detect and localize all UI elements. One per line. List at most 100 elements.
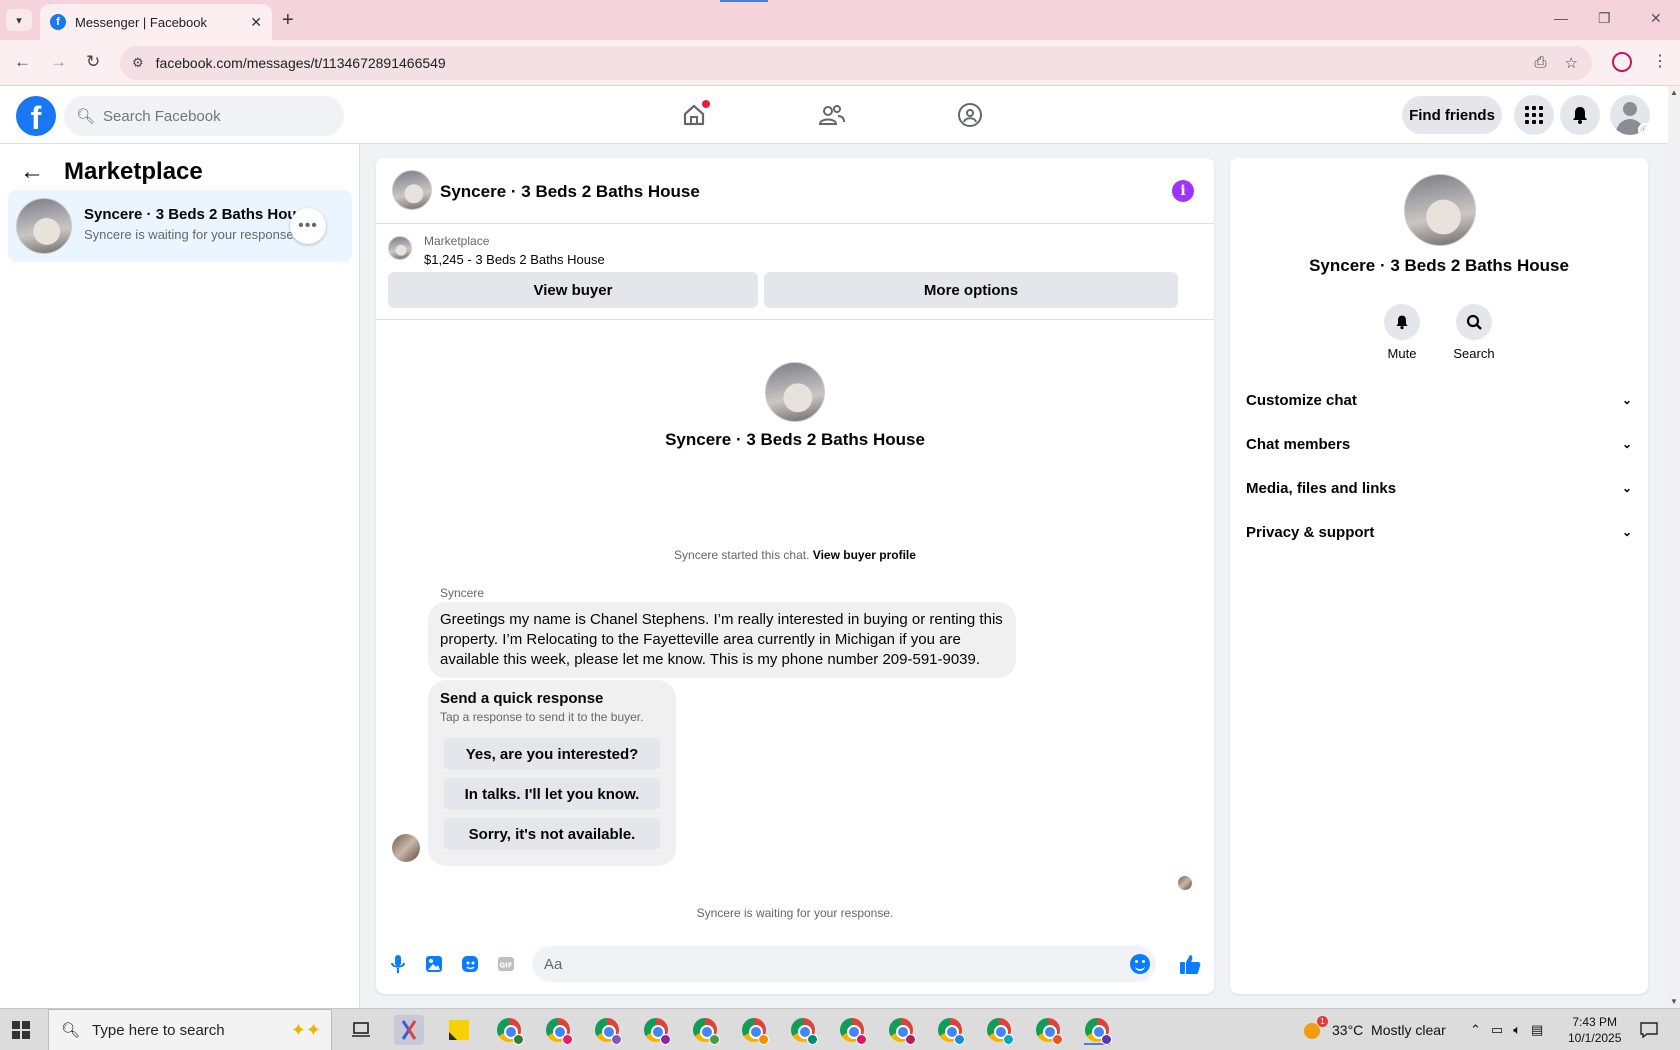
reload-icon[interactable]: ↻: [86, 52, 100, 72]
weather-text: 33°C Mostly clear: [1332, 1022, 1446, 1038]
home-nav-icon[interactable]: [674, 98, 714, 132]
clock[interactable]: 7:43 PM 10/1/2025: [1568, 1014, 1621, 1046]
chrome-icon[interactable]: [984, 1015, 1014, 1045]
chrome-icon[interactable]: [690, 1015, 720, 1045]
chat-members-section[interactable]: Chat members ⌄: [1246, 424, 1632, 464]
chrome-icon[interactable]: [1082, 1015, 1112, 1045]
quick-response-button[interactable]: Sorry, it's not available.: [444, 818, 660, 850]
taskbar-search[interactable]: 🔍︎ Type here to search ✦✦: [48, 1009, 332, 1050]
volume-icon[interactable]: 🔈︎: [1513, 1022, 1521, 1038]
minimize-icon[interactable]: —: [1554, 10, 1568, 26]
chevron-down-icon: ▾: [16, 14, 22, 27]
facebook-search-input[interactable]: [103, 107, 324, 125]
thumbs-up-icon[interactable]: [1176, 950, 1204, 978]
microphone-icon[interactable]: [386, 952, 410, 976]
profile-icon[interactable]: [1612, 52, 1632, 72]
url-text: facebook.com/messages/t/1134672891466549: [155, 55, 446, 71]
customize-chat-section[interactable]: Customize chat ⌄: [1246, 380, 1632, 420]
more-options-icon[interactable]: •••: [290, 208, 326, 244]
search-in-chat-button[interactable]: Search: [1444, 304, 1504, 361]
listing-thumbnail: [16, 198, 72, 254]
chrome-icon[interactable]: [935, 1015, 965, 1045]
mute-button[interactable]: Mute: [1372, 304, 1432, 361]
copilot-sparkle-icon[interactable]: ✦✦: [291, 1020, 321, 1041]
weather-widget[interactable]: 1 33°C Mostly clear: [1302, 1009, 1446, 1050]
more-options-button[interactable]: More options: [764, 272, 1178, 308]
weather-icon: 1: [1302, 1016, 1328, 1041]
new-tab-button[interactable]: +: [282, 9, 294, 32]
chrome-icon[interactable]: [837, 1015, 867, 1045]
chrome-icon[interactable]: [1033, 1015, 1063, 1045]
browser-toolbar: ← → ↻ ⚙ facebook.com/messages/t/11346728…: [0, 40, 1680, 86]
media-files-links-section[interactable]: Media, files and links ⌄: [1246, 468, 1632, 508]
section-label: Privacy & support: [1246, 523, 1375, 541]
chat-title[interactable]: Syncere · 3 Beds 2 Baths House: [440, 182, 700, 202]
network-icon[interactable]: ▤: [1531, 1022, 1543, 1038]
chrome-icon[interactable]: [543, 1015, 573, 1045]
sticker-icon[interactable]: [458, 952, 482, 976]
chat-avatar[interactable]: [392, 170, 432, 210]
quick-response-button[interactable]: In talks. I'll let you know.: [444, 778, 660, 810]
section-label: Chat members: [1246, 435, 1351, 453]
gif-icon[interactable]: GIF: [494, 952, 518, 976]
sticky-notes-icon[interactable]: [444, 1015, 474, 1045]
chevron-down-icon: ▾: [1638, 123, 1650, 135]
message-input[interactable]: [544, 955, 1104, 973]
emoji-icon[interactable]: [1130, 954, 1150, 974]
quick-response-button[interactable]: Yes, are you interested?: [444, 738, 660, 770]
date: 10/1/2025: [1568, 1031, 1622, 1045]
scroll-down-icon[interactable]: ▼: [1670, 997, 1678, 1006]
browser-tab-active[interactable]: f Messenger | Facebook ✕: [40, 4, 272, 40]
search-label: Search: [1453, 346, 1495, 361]
conversation-title: Syncere · 3 Beds 2 Baths House: [84, 206, 299, 223]
facebook-search[interactable]: 🔍︎: [64, 96, 344, 136]
account-avatar[interactable]: ▾: [1610, 95, 1650, 135]
chrome-icon[interactable]: [739, 1015, 769, 1045]
page-scrollbar[interactable]: ▲ ▼: [1668, 86, 1680, 1008]
facebook-logo-icon[interactable]: f: [16, 96, 56, 136]
chat-details-panel: Syncere · 3 Beds 2 Baths House Mute Sear…: [1230, 158, 1648, 994]
chrome-icon[interactable]: [886, 1015, 916, 1045]
chrome-icon[interactable]: [641, 1015, 671, 1045]
notifications-icon[interactable]: [1640, 1009, 1658, 1050]
restore-icon[interactable]: ❐: [1598, 10, 1611, 27]
chevron-up-icon[interactable]: ⌃: [1470, 1022, 1481, 1038]
bookmark-star-icon[interactable]: ☆: [1565, 54, 1578, 72]
taskbar-search-text: Type here to search: [92, 1021, 225, 1039]
groups-nav-icon[interactable]: [950, 98, 990, 132]
view-buyer-button[interactable]: View buyer: [388, 272, 758, 308]
photo-icon[interactable]: [422, 952, 446, 976]
message-input-box[interactable]: [532, 946, 1156, 982]
install-app-icon[interactable]: ⎙: [1535, 54, 1547, 72]
chrome-icon[interactable]: [788, 1015, 818, 1045]
view-buyer-profile-link[interactable]: View buyer profile: [813, 548, 916, 562]
search-icon: 🔍︎: [76, 108, 96, 125]
chrome-icon[interactable]: [494, 1015, 524, 1045]
address-bar[interactable]: ⚙ facebook.com/messages/t/11346728914665…: [120, 46, 1592, 80]
notifications-button[interactable]: [1560, 95, 1600, 135]
task-view-icon[interactable]: [346, 1015, 376, 1045]
find-friends-button[interactable]: Find friends: [1402, 96, 1502, 134]
info-icon[interactable]: i: [1172, 180, 1194, 202]
conversation-item[interactable]: Syncere · 3 Beds 2 Baths House Syncere i…: [8, 190, 352, 262]
site-settings-icon[interactable]: ⚙: [132, 55, 144, 71]
listing-price[interactable]: $1,245 - 3 Beds 2 Baths House: [424, 252, 605, 267]
close-tab-icon[interactable]: ✕: [250, 14, 262, 31]
browser-menu-icon[interactable]: ⋮: [1652, 51, 1668, 71]
tab-search-button[interactable]: ▾: [6, 9, 32, 31]
menu-button[interactable]: [1514, 95, 1554, 135]
privacy-support-section[interactable]: Privacy & support ⌄: [1246, 512, 1632, 552]
forward-arrow-icon[interactable]: →: [50, 52, 67, 72]
bell-icon: [1384, 304, 1420, 340]
back-arrow-icon[interactable]: ←: [14, 52, 31, 72]
chrome-icon[interactable]: [592, 1015, 622, 1045]
close-window-icon[interactable]: ✕: [1650, 10, 1662, 27]
sender-avatar[interactable]: [392, 834, 420, 862]
app-icon[interactable]: [394, 1015, 424, 1045]
scroll-up-icon[interactable]: ▲: [1670, 88, 1678, 97]
chat-panel: Syncere · 3 Beds 2 Baths House i Marketp…: [376, 158, 1214, 994]
windows-start-icon[interactable]: [12, 1021, 30, 1039]
back-arrow-icon[interactable]: ←: [20, 158, 44, 186]
friends-nav-icon[interactable]: [812, 98, 852, 132]
meet-now-icon[interactable]: ▭: [1491, 1022, 1503, 1038]
